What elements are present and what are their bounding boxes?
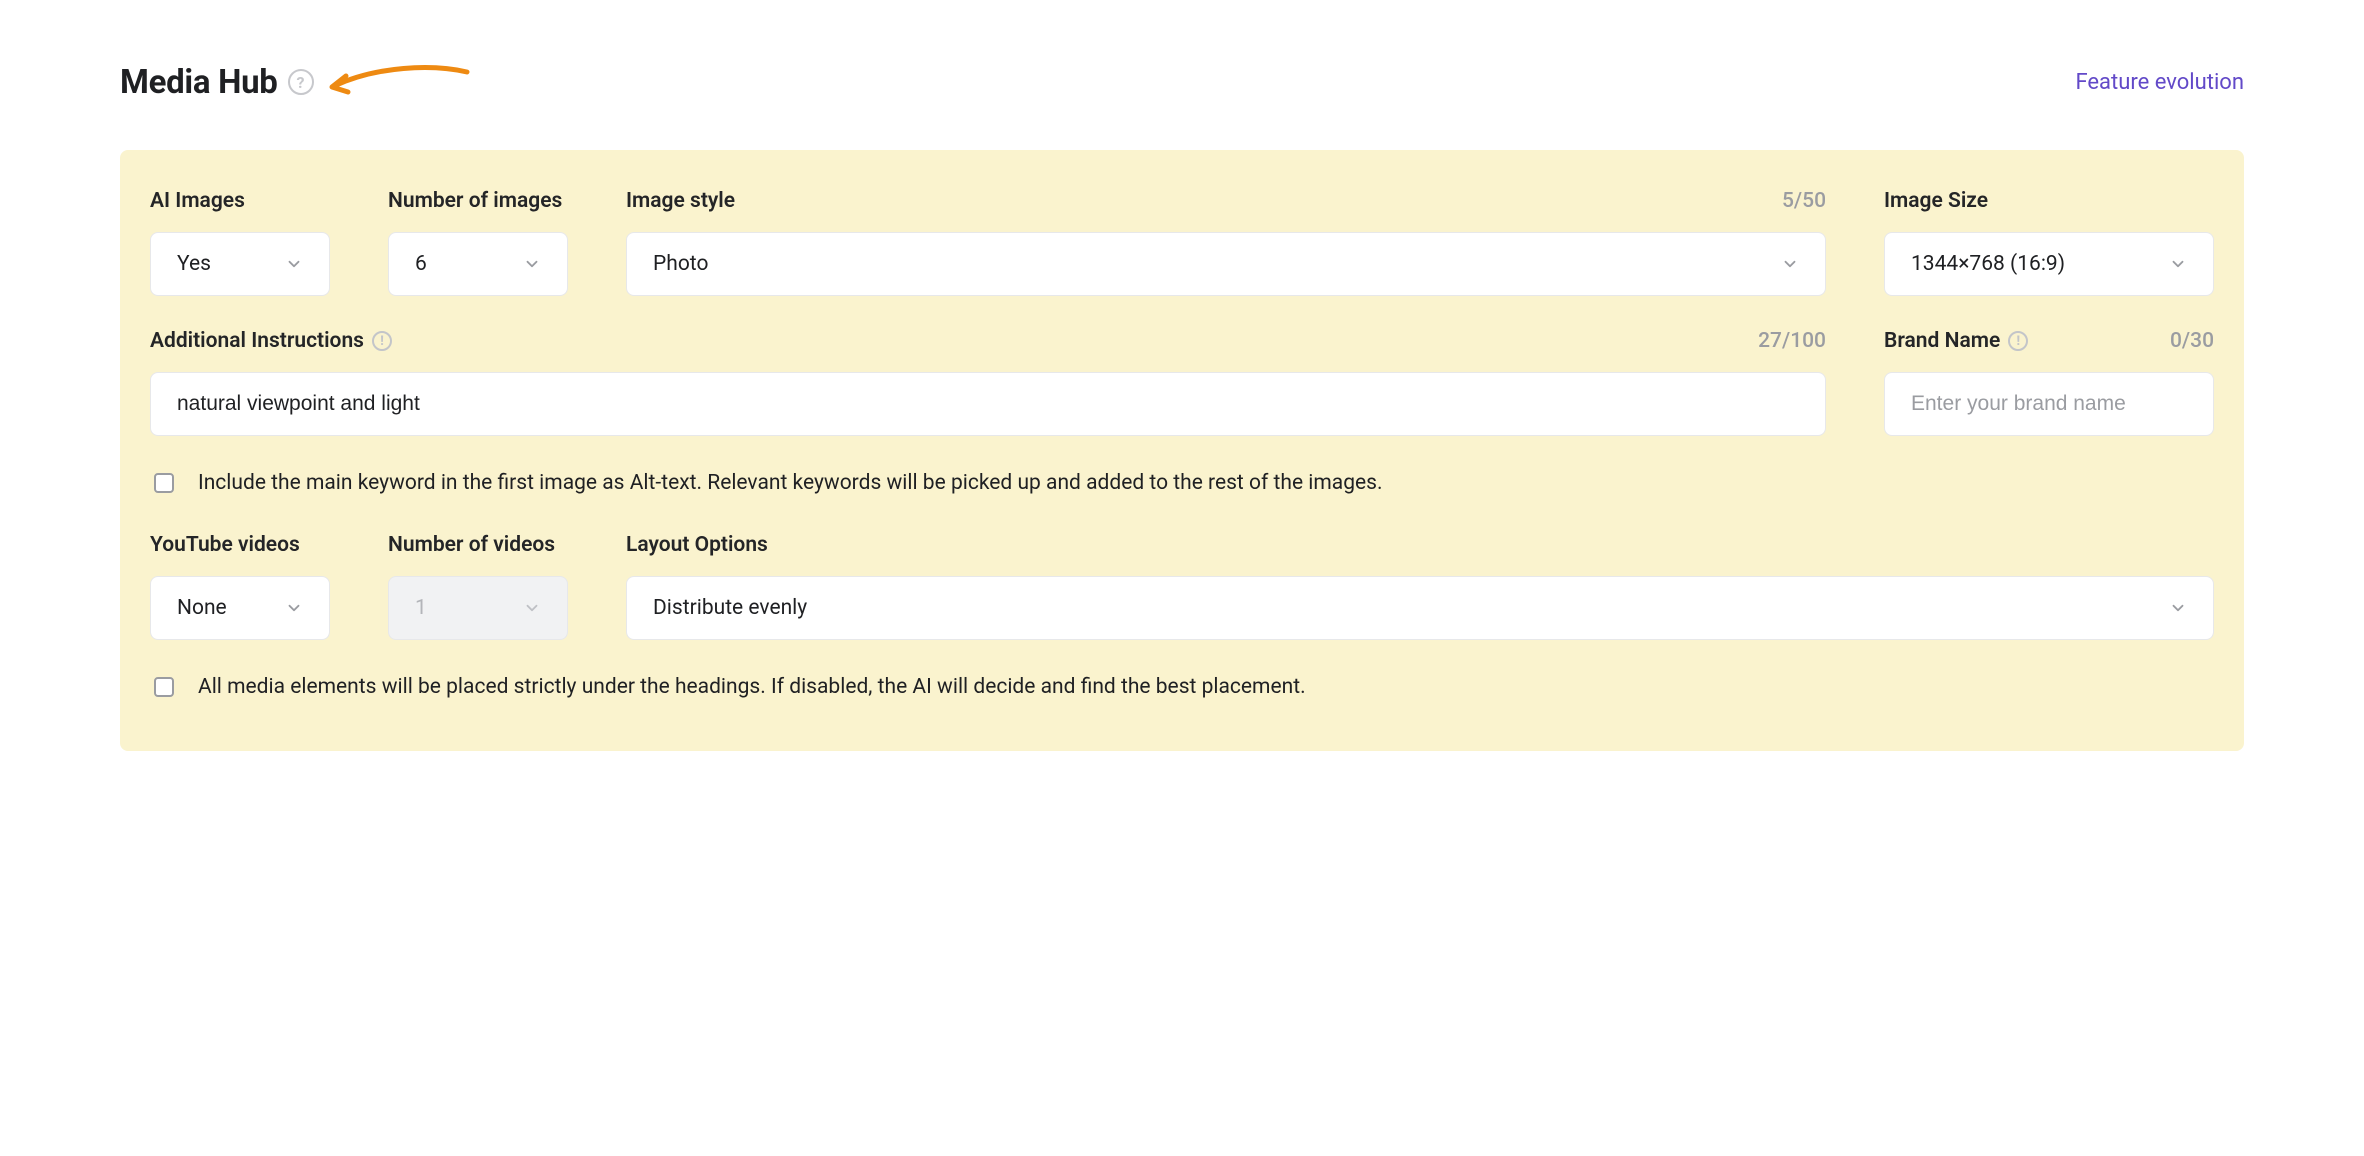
num-images-value: 6 [415,252,427,276]
image-size-label: Image Size [1884,189,1988,213]
field-instructions: Additional Instructions ! 27/100 [150,328,1826,436]
field-num-videos: Number of videos 1 [388,532,568,640]
row-3: YouTube videos None Number of videos 1 L… [150,532,2214,640]
brand-input[interactable] [1911,392,2187,416]
field-num-images: Number of images 6 [388,188,568,296]
chevron-down-icon [523,255,541,273]
chevron-down-icon [2169,255,2187,273]
field-brand: Brand Name ! 0/30 [1884,328,2214,436]
instructions-label: Additional Instructions ! [150,329,392,353]
instructions-counter: 27/100 [1758,329,1826,353]
placement-label: All media elements will be placed strict… [198,672,1306,702]
field-ai-images: AI Images Yes [150,188,330,296]
brand-input-wrap[interactable] [1884,372,2214,436]
help-icon[interactable]: ? [288,69,314,95]
chevron-down-icon [1781,255,1799,273]
chevron-down-icon [285,255,303,273]
field-image-size: Image Size 1344×768 (16:9) [1884,188,2214,296]
page-header: Media Hub ? Feature evolution [120,62,2244,102]
num-images-label: Number of images [388,189,562,213]
num-videos-value: 1 [415,596,427,620]
brand-counter: 0/30 [2170,329,2214,353]
alt-text-checkbox-row: Include the main keyword in the first im… [150,468,2214,498]
feature-evolution-link[interactable]: Feature evolution [2075,70,2244,95]
num-images-select[interactable]: 6 [388,232,568,296]
num-videos-select: 1 [388,576,568,640]
annotation-arrow-icon [322,62,472,102]
ai-images-value: Yes [177,252,211,276]
instructions-input[interactable] [177,392,1799,416]
layout-value: Distribute evenly [653,596,807,620]
media-hub-panel: AI Images Yes Number of images 6 Image s… [120,150,2244,751]
field-youtube: YouTube videos None [150,532,330,640]
chevron-down-icon [523,599,541,617]
ai-images-select[interactable]: Yes [150,232,330,296]
field-image-style: Image style 5/50 Photo [626,188,1826,296]
layout-select[interactable]: Distribute evenly [626,576,2214,640]
brand-label: Brand Name ! [1884,329,2028,353]
row-1: AI Images Yes Number of images 6 Image s… [150,188,2214,296]
num-videos-label: Number of videos [388,533,555,557]
ai-images-label: AI Images [150,189,245,213]
image-size-select[interactable]: 1344×768 (16:9) [1884,232,2214,296]
alt-text-checkbox[interactable] [154,473,174,493]
instructions-input-wrap[interactable] [150,372,1826,436]
chevron-down-icon [2169,599,2187,617]
field-layout: Layout Options Distribute evenly [626,532,2214,640]
placement-checkbox[interactable] [154,677,174,697]
chevron-down-icon [285,599,303,617]
row-2: Additional Instructions ! 27/100 Brand N… [150,328,2214,436]
image-style-label: Image style [626,189,735,213]
youtube-select[interactable]: None [150,576,330,640]
alt-text-label: Include the main keyword in the first im… [198,468,1383,498]
page-title: Media Hub [120,63,278,102]
image-style-counter: 5/50 [1782,189,1826,213]
info-icon[interactable]: ! [372,331,392,351]
title-block: Media Hub ? [120,62,472,102]
placement-checkbox-row: All media elements will be placed strict… [150,672,2214,702]
image-style-select[interactable]: Photo [626,232,1826,296]
youtube-label: YouTube videos [150,533,300,557]
layout-label: Layout Options [626,533,768,557]
youtube-value: None [177,596,227,620]
info-icon[interactable]: ! [2008,331,2028,351]
image-size-value: 1344×768 (16:9) [1911,252,2065,276]
image-style-value: Photo [653,252,708,276]
